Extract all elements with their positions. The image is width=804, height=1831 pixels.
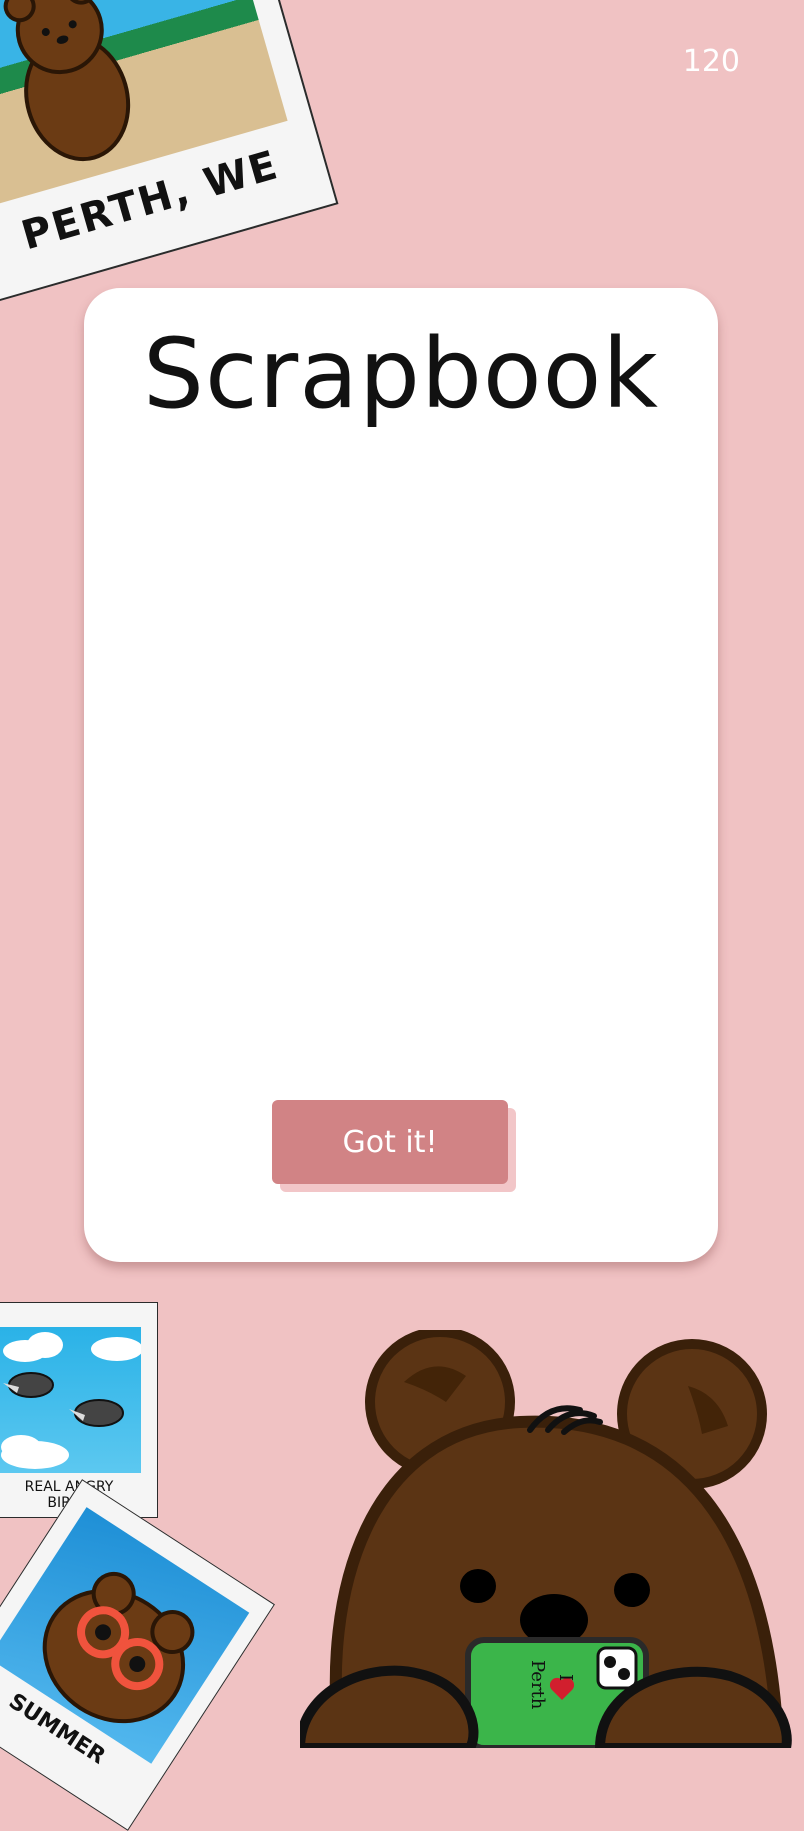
counter-text: 120 (682, 44, 740, 79)
quokka-small-icon (3, 0, 131, 162)
svg-text:Perth: Perth (527, 1660, 548, 1710)
polaroid-summer: SUMMER (0, 1479, 275, 1831)
card-title: Scrapbook (143, 318, 659, 430)
got-it-button[interactable]: Got it! (272, 1100, 508, 1184)
svg-text:I: I (555, 1674, 576, 1681)
magpie-icon (3, 1372, 54, 1398)
polaroid-perth: PERTH, WE (0, 0, 339, 304)
magpie-icon (69, 1399, 124, 1427)
polaroid-angry-birds-photo (0, 1327, 141, 1473)
quokka-phone-icon: I Perth (300, 1330, 792, 1748)
